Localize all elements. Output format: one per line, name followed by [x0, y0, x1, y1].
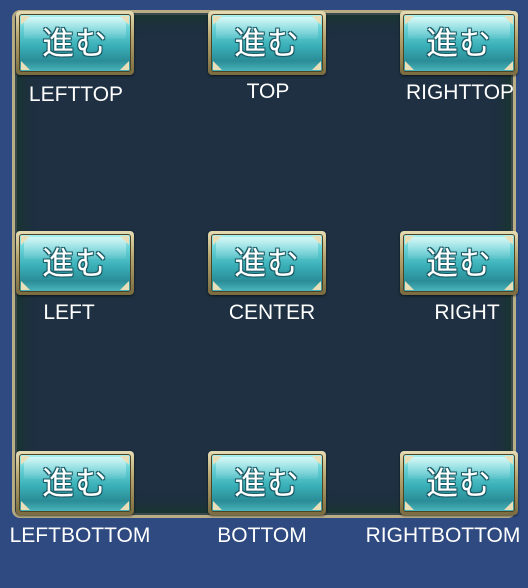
advance-button-face: 進む — [403, 14, 515, 72]
corner-ornament-icon — [213, 501, 222, 510]
corner-ornament-icon — [120, 456, 129, 465]
corner-ornament-icon — [312, 61, 321, 70]
advance-button-left[interactable]: 進む — [16, 231, 134, 295]
corner-ornament-icon — [504, 456, 513, 465]
corner-ornament-icon — [21, 236, 30, 245]
advance-button-face: 進む — [403, 234, 515, 292]
corner-ornament-icon — [120, 16, 129, 25]
advance-button-face: 進む — [403, 454, 515, 512]
corner-ornament-icon — [21, 501, 30, 510]
position-caption-right: RIGHT — [434, 301, 500, 324]
corner-ornament-icon — [405, 236, 414, 245]
corner-ornament-icon — [21, 61, 30, 70]
corner-ornament-icon — [120, 236, 129, 245]
advance-button-label: 進む — [233, 244, 300, 282]
advance-button-face: 進む — [211, 14, 323, 72]
advance-button-rightbottom[interactable]: 進む — [400, 451, 518, 515]
advance-button-face: 進む — [19, 234, 131, 292]
corner-ornament-icon — [405, 456, 414, 465]
advance-button-lefttop[interactable]: 進む — [16, 11, 134, 75]
advance-button-righttop[interactable]: 進む — [400, 11, 518, 75]
corner-ornament-icon — [120, 281, 129, 290]
corner-ornament-icon — [312, 501, 321, 510]
advance-button-face: 進む — [211, 234, 323, 292]
corner-ornament-icon — [312, 456, 321, 465]
corner-ornament-icon — [405, 61, 414, 70]
corner-ornament-icon — [21, 456, 30, 465]
advance-button-face: 進む — [19, 14, 131, 72]
advance-button-right[interactable]: 進む — [400, 231, 518, 295]
advance-button-leftbottom[interactable]: 進む — [16, 451, 134, 515]
advance-button-label: 進む — [41, 24, 108, 62]
position-caption-righttop: RIGHTTOP — [405, 81, 515, 104]
corner-ornament-icon — [405, 501, 414, 510]
advance-button-label: 進む — [41, 464, 108, 502]
advance-button-center[interactable]: 進む — [208, 231, 326, 295]
corner-ornament-icon — [21, 281, 30, 290]
position-caption-bottom: BOTTOM — [217, 524, 307, 547]
corner-ornament-icon — [312, 236, 321, 245]
advance-button-face: 進む — [211, 454, 323, 512]
corner-ornament-icon — [120, 61, 129, 70]
advance-button-label: 進む — [425, 464, 492, 502]
advance-button-label: 進む — [41, 244, 108, 282]
corner-ornament-icon — [312, 16, 321, 25]
corner-ornament-icon — [504, 281, 513, 290]
corner-ornament-icon — [312, 281, 321, 290]
corner-ornament-icon — [213, 281, 222, 290]
corner-ornament-icon — [504, 236, 513, 245]
corner-ornament-icon — [213, 16, 222, 25]
position-caption-left: LEFT — [43, 301, 95, 324]
corner-ornament-icon — [504, 501, 513, 510]
position-caption-center: CENTER — [228, 301, 316, 324]
corner-ornament-icon — [213, 61, 222, 70]
advance-button-bottom[interactable]: 進む — [208, 451, 326, 515]
corner-ornament-icon — [504, 16, 513, 25]
position-caption-rightbottom: RIGHTBOTTOM — [365, 524, 521, 547]
advance-button-label: 進む — [233, 24, 300, 62]
corner-ornament-icon — [504, 61, 513, 70]
advance-button-label: 進む — [425, 244, 492, 282]
corner-ornament-icon — [213, 236, 222, 245]
advance-button-top[interactable]: 進む — [208, 11, 326, 75]
corner-ornament-icon — [120, 501, 129, 510]
advance-button-label: 進む — [233, 464, 300, 502]
corner-ornament-icon — [405, 16, 414, 25]
advance-button-face: 進む — [19, 454, 131, 512]
corner-ornament-icon — [213, 456, 222, 465]
corner-ornament-icon — [21, 16, 30, 25]
position-caption-lefttop: LEFTTOP — [28, 83, 124, 106]
position-caption-leftbottom: LEFTBOTTOM — [9, 524, 151, 547]
advance-button-label: 進む — [425, 24, 492, 62]
position-caption-top: TOP — [246, 80, 290, 103]
corner-ornament-icon — [405, 281, 414, 290]
